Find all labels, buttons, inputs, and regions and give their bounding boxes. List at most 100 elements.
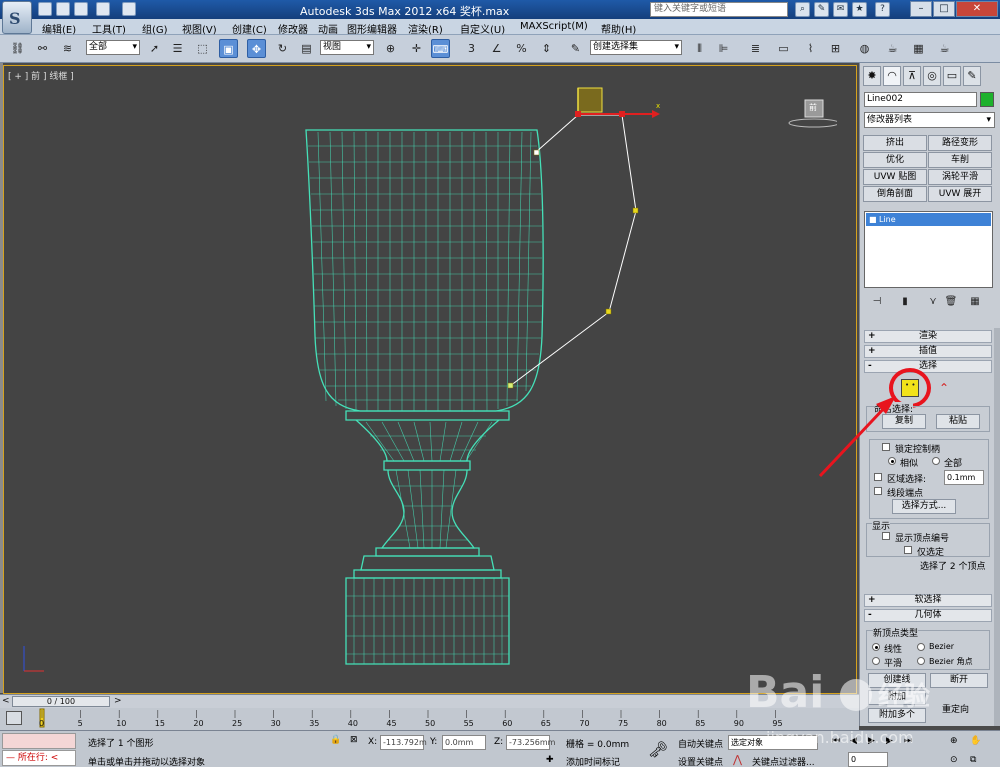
undo-icon[interactable] bbox=[96, 2, 110, 16]
percent-snap-icon[interactable]: % bbox=[512, 39, 531, 58]
x-coord-field[interactable]: -113.792m bbox=[380, 735, 427, 750]
search-input[interactable]: 键入关键字或短语 bbox=[650, 2, 788, 17]
menu-graph-editors[interactable]: 图形编辑器 bbox=[347, 21, 397, 36]
add-time-tag[interactable]: 添加时间标记 bbox=[566, 755, 620, 767]
selected-object-dropdown[interactable]: 选定对象 bbox=[728, 735, 818, 750]
layer-manager-icon[interactable]: ≣ bbox=[746, 39, 765, 58]
maxscript-listener[interactable] bbox=[2, 733, 76, 749]
panel-scrollbar[interactable] bbox=[994, 328, 1000, 726]
selection-filter-dropdown[interactable]: 全部 bbox=[86, 40, 140, 55]
select-manipulate-icon[interactable]: ✛ bbox=[407, 39, 426, 58]
area-select-value[interactable]: 0.1mm bbox=[944, 470, 984, 485]
orbit-icon[interactable]: ⊙ bbox=[950, 755, 958, 765]
z-coord-field[interactable]: -73.256mm bbox=[506, 735, 555, 750]
similar-radio[interactable] bbox=[888, 457, 896, 465]
attach-multiple-button[interactable]: 附加多个 bbox=[868, 708, 926, 723]
snaps-toggle-icon[interactable]: 3 bbox=[462, 39, 481, 58]
menu-modifiers[interactable]: 修改器 bbox=[278, 21, 308, 36]
play-icon[interactable]: ▶ bbox=[868, 736, 875, 746]
stack-item-line[interactable]: Line bbox=[866, 213, 991, 226]
link-icon[interactable]: ⛓ bbox=[8, 39, 27, 58]
key-filters-button[interactable]: 关键点过滤器... bbox=[752, 755, 815, 767]
close-button[interactable]: ✕ bbox=[956, 1, 998, 17]
schematic-view-icon[interactable]: ⊞ bbox=[826, 39, 845, 58]
align-icon[interactable]: ⊫ bbox=[714, 39, 733, 58]
rollout-rendering[interactable]: + 渲染 bbox=[864, 330, 992, 343]
rendered-frame-icon[interactable]: ▦ bbox=[909, 39, 928, 58]
menu-maxscript[interactable]: MAXScript(M) bbox=[520, 21, 588, 32]
prev-frame-icon[interactable]: ◀ bbox=[850, 736, 857, 746]
menu-edit[interactable]: 编辑(E) bbox=[42, 21, 76, 36]
go-to-end-icon[interactable]: ⏭ bbox=[904, 736, 912, 746]
binoculars-icon[interactable]: ⌕ bbox=[795, 2, 810, 17]
unlink-icon[interactable]: ⚯ bbox=[33, 39, 52, 58]
menu-views[interactable]: 视图(V) bbox=[182, 21, 217, 36]
key-icon[interactable]: 🗝 bbox=[648, 740, 668, 759]
menu-rendering[interactable]: 渲染(R) bbox=[408, 21, 443, 36]
create-line-button[interactable]: 创建线 bbox=[868, 673, 926, 688]
object-color-swatch[interactable] bbox=[980, 92, 994, 107]
pin-stack-icon[interactable]: ⊣ bbox=[870, 295, 884, 309]
show-end-result-icon[interactable]: ▮ bbox=[898, 295, 912, 309]
absolute-mode-icon[interactable]: ⊠ bbox=[350, 735, 358, 745]
viewcube-icon[interactable]: 前 bbox=[787, 94, 840, 130]
select-scale-icon[interactable]: ▤ bbox=[297, 39, 316, 58]
help-icon[interactable]: ? bbox=[875, 2, 890, 17]
add-time-tag-icon[interactable]: ✚ bbox=[546, 755, 554, 765]
reference-coord-dropdown[interactable]: 视图 bbox=[320, 40, 374, 55]
select-by-name-icon[interactable]: ☰ bbox=[168, 39, 187, 58]
copy-button[interactable]: 复制 bbox=[882, 414, 926, 429]
subscription-icon[interactable]: ✎ bbox=[814, 2, 829, 17]
select-move-icon[interactable]: ✥ bbox=[247, 39, 266, 58]
select-by-button[interactable]: 选择方式... bbox=[892, 499, 956, 514]
named-selection-dropdown[interactable]: 创建选择集 bbox=[590, 40, 682, 55]
modifier-button-turbosmooth[interactable]: 涡轮平滑 bbox=[928, 169, 992, 185]
paste-button[interactable]: 粘贴 bbox=[936, 414, 980, 429]
rollout-geometry[interactable]: - 几何体 bbox=[864, 609, 992, 622]
rollout-selection[interactable]: - 选择 bbox=[864, 360, 992, 373]
menu-animation[interactable]: 动画 bbox=[318, 21, 338, 36]
selected-only-checkbox[interactable] bbox=[904, 546, 912, 554]
mini-curve-editor-icon[interactable] bbox=[6, 711, 22, 725]
communication-icon[interactable]: ✉ bbox=[833, 2, 848, 17]
angle-snap-icon[interactable]: ∠ bbox=[487, 39, 506, 58]
bind-space-warp-icon[interactable]: ≋ bbox=[58, 39, 77, 58]
menu-tools[interactable]: 工具(T) bbox=[92, 21, 126, 36]
modifier-button-bevel-profile[interactable]: 倒角剖面 bbox=[863, 186, 927, 202]
y-coord-field[interactable]: 0.0mm bbox=[442, 735, 486, 750]
render-setup-icon[interactable]: ☕ bbox=[883, 39, 902, 58]
time-slider-thumb[interactable]: 0 / 100 bbox=[12, 696, 110, 707]
next-frame-icon[interactable]: ▶ bbox=[886, 736, 893, 746]
save-file-icon[interactable] bbox=[74, 2, 88, 16]
bezier-radio[interactable] bbox=[917, 643, 925, 651]
all-radio[interactable] bbox=[932, 457, 940, 465]
rollout-soft-selection[interactable]: + 软选择 bbox=[864, 594, 992, 607]
time-slider[interactable]: < 0 / 100 > bbox=[0, 694, 859, 708]
auto-key-button[interactable]: 自动关键点 bbox=[678, 737, 723, 750]
create-tab-icon[interactable]: ✸ bbox=[863, 66, 881, 86]
maximize-viewport-icon[interactable]: ⧉ bbox=[970, 755, 976, 765]
segment-end-checkbox[interactable] bbox=[874, 487, 882, 495]
current-frame-field[interactable]: 0 bbox=[848, 752, 888, 767]
set-key-button[interactable]: 设置关键点 bbox=[678, 755, 723, 767]
hierarchy-tab-icon[interactable]: ⊼ bbox=[903, 66, 921, 86]
show-vertex-numbers-checkbox[interactable] bbox=[882, 532, 890, 540]
rect-selection-icon[interactable]: ⬚ bbox=[193, 39, 212, 58]
display-tab-icon[interactable]: ▭ bbox=[943, 66, 961, 86]
mirror-icon[interactable]: ⫴ bbox=[690, 39, 709, 58]
modifier-button-lathe[interactable]: 车削 bbox=[928, 152, 992, 168]
redo-icon[interactable] bbox=[122, 2, 136, 16]
modifier-stack[interactable]: Line bbox=[864, 211, 993, 288]
smooth-radio[interactable] bbox=[872, 657, 880, 665]
window-crossing-icon[interactable]: ▣ bbox=[219, 39, 238, 58]
lock-selection-icon[interactable]: 🔒 bbox=[330, 735, 341, 745]
new-file-icon[interactable] bbox=[38, 2, 52, 16]
rollout-interpolation[interactable]: + 插值 bbox=[864, 345, 992, 358]
bezier-corner-radio[interactable] bbox=[917, 657, 925, 665]
modifier-button-extrude[interactable]: 挤出 bbox=[863, 135, 927, 151]
spinner-snap-icon[interactable]: ⇕ bbox=[537, 39, 556, 58]
curve-editor-icon[interactable]: ⌇ bbox=[801, 39, 820, 58]
keyboard-shortcut-override-icon[interactable]: ⌨ bbox=[431, 39, 450, 58]
favorites-icon[interactable]: ★ bbox=[852, 2, 867, 17]
make-unique-icon[interactable]: ⋎ bbox=[926, 295, 940, 309]
